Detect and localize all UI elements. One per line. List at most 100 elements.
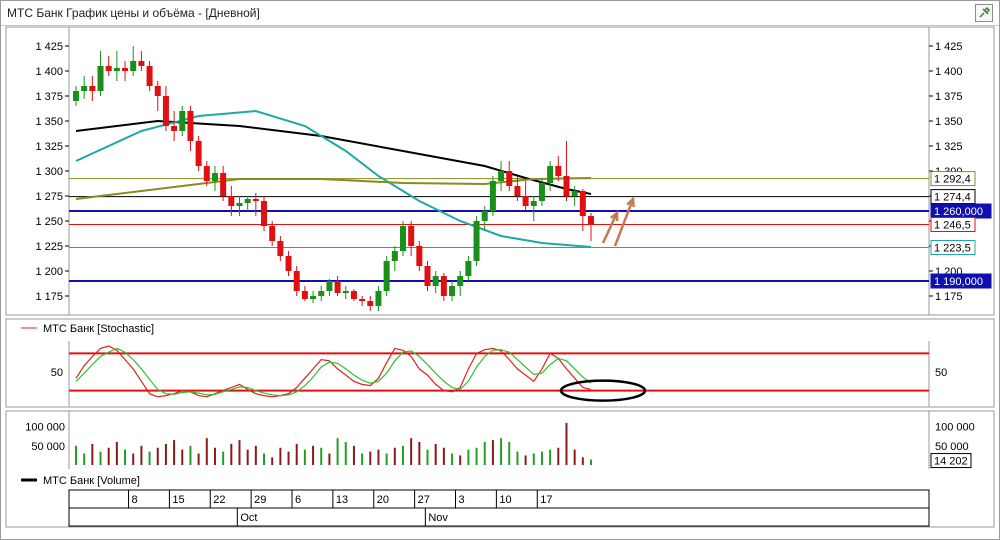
date-axis-day-label: 6 — [295, 494, 301, 506]
candle-body — [318, 291, 325, 296]
candle-body — [187, 111, 194, 141]
price-tick-label-left: 1 175 — [35, 291, 63, 303]
candle-body — [326, 281, 333, 291]
price-tick-label-left: 1 300 — [35, 166, 63, 178]
date-axis-day-label: 8 — [132, 494, 138, 506]
stochastic-legend-label: МТС Банк [Stochastic] — [43, 323, 154, 335]
volume-tick-label-left: 50 000 — [31, 441, 65, 453]
candle-body — [334, 281, 341, 293]
candle-body — [138, 61, 145, 66]
candle-body — [555, 166, 562, 176]
candle-body — [105, 66, 112, 71]
candle-body — [359, 299, 366, 301]
price-tick-label-right: 1 350 — [935, 116, 963, 128]
price-level-label: 1 246,5 — [934, 220, 971, 232]
candle-body — [588, 216, 594, 225]
price-tick-label-left: 1 200 — [35, 266, 63, 278]
candle-body — [408, 226, 415, 246]
candle-body — [73, 91, 79, 101]
candle-body — [154, 86, 161, 96]
chart-area: 1 425 1 425 1 400 1 400 1 375 1 375 1 350 1 350… — [5, 26, 995, 528]
candle-body — [285, 256, 292, 271]
candle-body — [440, 276, 447, 296]
price-tick-label-left: 1 400 — [35, 66, 63, 78]
price-tick-label-right: 1 425 — [935, 41, 963, 53]
candle-body — [310, 296, 317, 299]
price-tick-label-right: 1 175 — [935, 291, 963, 303]
candle-body — [293, 271, 300, 291]
candle-body — [465, 261, 472, 276]
date-axis-months-row — [68, 507, 930, 527]
date-axis-day-label: 3 — [459, 494, 465, 506]
price-level-label: 1 274,4 — [934, 192, 971, 204]
candle-body — [342, 291, 349, 293]
candle-body — [301, 291, 308, 299]
stochastic-tick-label-left: 50 — [51, 367, 63, 379]
candle-body — [211, 173, 218, 181]
volume-last-label: 14 202 — [934, 456, 968, 468]
price-tick-label-right: 1 375 — [935, 91, 963, 103]
price-level-label: 1 292,4 — [934, 174, 971, 186]
candle-body — [449, 286, 456, 296]
candle-body — [473, 221, 480, 261]
candle-body — [522, 196, 529, 206]
candle-body — [195, 141, 202, 166]
candle-body — [261, 201, 268, 226]
candle-body — [179, 111, 186, 131]
candle-body — [391, 251, 398, 261]
candle-body — [122, 68, 129, 71]
candle-body — [547, 166, 554, 183]
date-axis-day-label: 10 — [499, 494, 511, 506]
volume-tick-label-right: 50 000 — [935, 441, 969, 453]
candle-body — [579, 191, 586, 216]
price-level-label: 1 260,000 — [934, 206, 983, 218]
date-axis-day-label: 15 — [172, 494, 184, 506]
date-axis-day-label: 29 — [254, 494, 266, 506]
candle-body — [244, 199, 251, 203]
price-tick-label-left: 1 375 — [35, 91, 63, 103]
candle-body — [424, 266, 431, 286]
price-tick-label-left: 1 350 — [35, 116, 63, 128]
price-tick-label-left: 1 325 — [35, 141, 63, 153]
volume-legend-label: МТС Банк [Volume] — [43, 475, 140, 487]
candle-body — [498, 171, 505, 181]
date-axis-month-label: Oct — [240, 512, 257, 524]
candle-body — [130, 61, 137, 71]
chart-window: МТС Банк График цены и объёма - [Дневной… — [0, 0, 1000, 540]
candle-body — [252, 199, 259, 201]
candle-body — [113, 68, 120, 71]
candle-body — [277, 241, 284, 256]
candle-body — [481, 211, 488, 221]
candle-body — [383, 261, 390, 291]
candle-body — [269, 226, 276, 241]
candle-body — [375, 291, 382, 306]
price-tick-label-right: 1 325 — [935, 141, 963, 153]
candle-body — [228, 196, 235, 206]
candle-body — [171, 126, 178, 131]
candle-body — [350, 291, 357, 299]
candle-body — [367, 301, 374, 306]
date-axis-day-label: 27 — [418, 494, 430, 506]
price-tick-label-left: 1 425 — [35, 41, 63, 53]
volume-tick-label-left: 100 000 — [25, 422, 65, 434]
candle-body — [146, 66, 153, 86]
price-tick-label-left: 1 250 — [35, 216, 63, 228]
candle-body — [203, 166, 210, 181]
date-axis-day-label: 13 — [336, 494, 348, 506]
candle-body — [81, 86, 88, 91]
candle-body — [162, 96, 169, 126]
candle-body — [530, 201, 537, 206]
candle-body — [506, 171, 513, 186]
candle-body — [514, 186, 521, 196]
price-level-label: 1 190,000 — [934, 276, 983, 288]
candle-body — [432, 276, 439, 286]
date-axis-day-label: 17 — [540, 494, 552, 506]
candle-body — [489, 181, 496, 211]
volume-tick-label-right: 100 000 — [935, 422, 975, 434]
candle-body — [563, 176, 570, 196]
price-tick-label-left: 1 275 — [35, 191, 63, 203]
candle-body — [571, 191, 578, 196]
date-axis-month-label: Nov — [428, 512, 448, 524]
candle-body — [220, 173, 227, 196]
candle-body — [236, 203, 243, 206]
